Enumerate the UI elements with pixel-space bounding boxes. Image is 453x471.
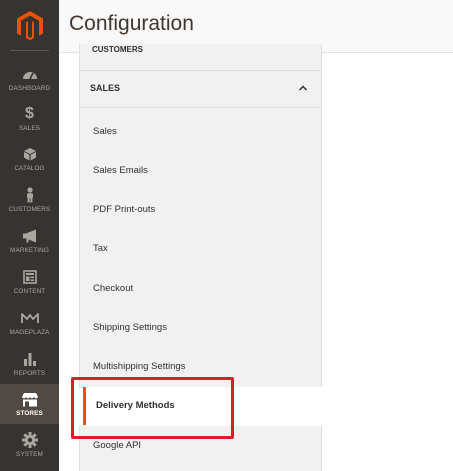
nav-sales[interactable]: $ SALES [0,99,59,139]
tab-pdf-print-outs[interactable]: PDF Print-outs [80,191,320,229]
nav-stores[interactable]: STORES [0,384,59,424]
nav-label: MARKETING [10,247,49,254]
nav-customers[interactable]: CUSTOMERS [0,180,59,220]
dollar-icon: $ [25,105,34,122]
nav-catalog[interactable]: CATALOG [0,139,59,179]
store-icon [21,390,39,408]
tab-label: Google API [93,440,142,451]
nav-mageplaza[interactable]: MAGEPLAZA [0,303,59,343]
page-title: Configuration [69,12,194,35]
tab-label: Multishipping Settings [93,361,186,372]
tab-sales[interactable]: Sales [80,113,320,151]
nav-label: DASHBOARD [8,85,51,92]
nav-marketing[interactable]: MARKETING [0,221,59,261]
megaphone-icon [21,227,39,245]
tab-label: Sales [93,126,117,137]
nav-reports[interactable]: REPORTS [0,344,59,384]
bar-chart-icon [21,350,39,368]
nav-label: STORES [16,410,43,417]
tab-label: Checkout [93,283,134,294]
admin-sidebar: DASHBOARD $ SALES CATALOG CUSTOMERS MARK… [0,0,59,471]
nav-label: CUSTOMERS [8,206,51,213]
content-layout-icon [21,268,39,286]
config-group-title: SALES [90,83,121,93]
tab-multishipping-settings[interactable]: Multishipping Settings [80,348,320,386]
catalog-box-icon [21,145,39,163]
tab-label: Delivery Methods [96,400,175,411]
tab-shipping-settings[interactable]: Shipping Settings [80,309,320,347]
nav-label: SALES [18,125,41,132]
gear-icon [21,431,39,449]
tab-google-api[interactable]: Google API [79,426,322,471]
tab-tax[interactable]: Tax [80,230,320,268]
nav-label: CONTENT [13,288,46,295]
customer-person-icon [21,186,39,204]
tab-label: PDF Print-outs [93,204,156,215]
tab-checkout[interactable]: Checkout [80,270,320,308]
config-group-sales[interactable]: SALES [80,70,320,108]
tab-delivery-methods[interactable]: Delivery Methods [83,387,322,425]
nav-system[interactable]: SYSTEM [0,425,59,465]
dashboard-icon [21,65,39,83]
nav-content[interactable]: CONTENT [0,262,59,302]
tab-label: Sales Emails [93,165,148,176]
magento-logo-icon [16,11,43,41]
nav-label: CATALOG [14,165,45,172]
chevron-up-icon [298,85,308,91]
tab-label: Tax [93,243,108,254]
nav-dashboard[interactable]: DASHBOARD [0,59,59,99]
mageplaza-logo-icon [20,309,39,327]
nav-label: SYSTEM [16,451,43,458]
magento-logo[interactable] [0,0,59,52]
logo-divider [10,50,49,51]
nav-label: REPORTS [13,370,46,377]
tab-sales-emails[interactable]: Sales Emails [80,152,320,190]
nav-label: MAGEPLAZA [9,329,50,336]
tab-label: Shipping Settings [93,322,167,333]
